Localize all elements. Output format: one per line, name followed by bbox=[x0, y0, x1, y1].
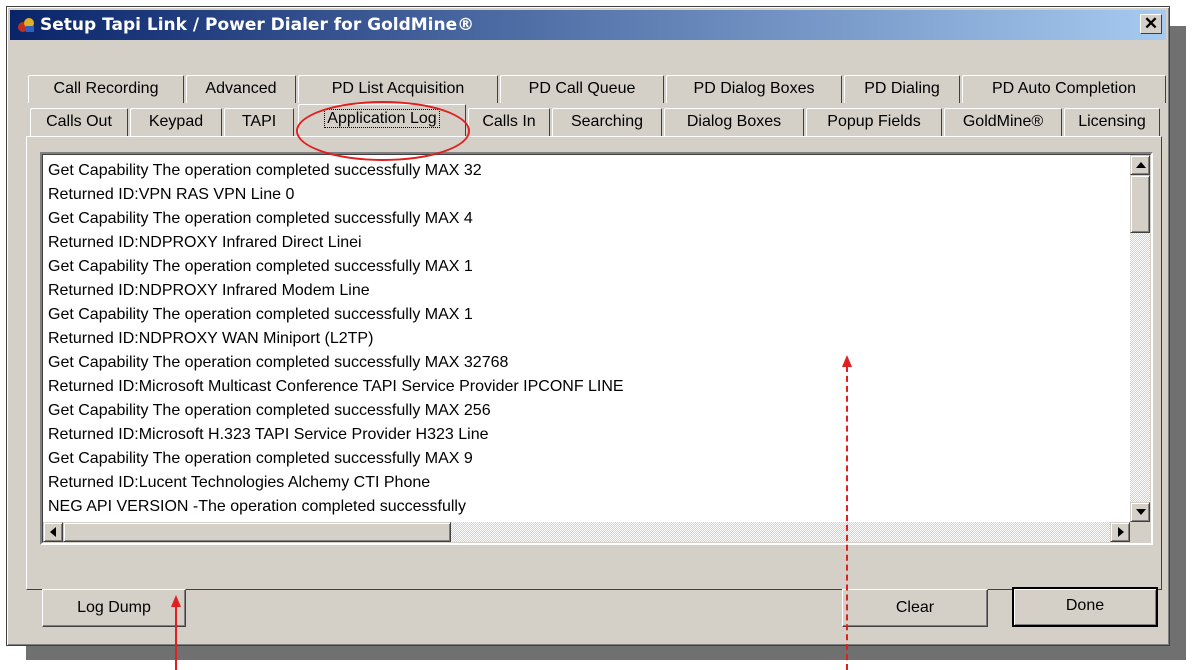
log-line[interactable]: Returned ID:Microsoft Multicast Conferen… bbox=[48, 375, 624, 399]
done-button[interactable]: Done bbox=[1012, 587, 1158, 627]
window-title: Setup Tapi Link / Power Dialer for GoldM… bbox=[40, 15, 475, 35]
log-line[interactable]: Get Capability The operation completed s… bbox=[48, 159, 482, 183]
vertical-scrollbar[interactable] bbox=[1130, 155, 1150, 522]
arrow-right-icon bbox=[1118, 527, 1124, 537]
close-icon: ✕ bbox=[1143, 14, 1159, 33]
scroll-down-button[interactable] bbox=[1130, 502, 1150, 522]
tab-searching[interactable]: Searching bbox=[552, 108, 662, 136]
log-line[interactable]: Returned ID:NDPROXY Infrared Modem Line bbox=[48, 279, 370, 303]
tab-pd-auto-completion[interactable]: PD Auto Completion bbox=[962, 75, 1166, 103]
tab-pd-dialog-boxes[interactable]: PD Dialog Boxes bbox=[666, 75, 842, 103]
scroll-right-button[interactable] bbox=[1110, 522, 1130, 542]
tab-advanced[interactable]: Advanced bbox=[186, 75, 296, 103]
tab-goldmine[interactable]: GoldMine® bbox=[944, 108, 1062, 136]
arrow-up-icon bbox=[1136, 162, 1146, 168]
log-dump-button[interactable]: Log Dump bbox=[42, 589, 186, 627]
vertical-scroll-thumb[interactable] bbox=[1130, 175, 1150, 233]
application-log-list[interactable]: Get Capability The operation completed s… bbox=[40, 152, 1153, 545]
tab-keypad[interactable]: Keypad bbox=[130, 108, 222, 136]
app-icon bbox=[18, 18, 34, 32]
horizontal-scroll-thumb[interactable] bbox=[63, 522, 451, 542]
log-line[interactable]: Get Capability The operation completed s… bbox=[48, 303, 473, 327]
tab-popup-fields[interactable]: Popup Fields bbox=[806, 108, 942, 136]
tab-dialog-boxes[interactable]: Dialog Boxes bbox=[664, 108, 804, 136]
tab-pd-call-queue[interactable]: PD Call Queue bbox=[500, 75, 664, 103]
tab-tapi[interactable]: TAPI bbox=[224, 108, 294, 136]
log-line[interactable]: Get Capability The operation completed s… bbox=[48, 255, 473, 279]
log-list-border: Get Capability The operation completed s… bbox=[42, 154, 1151, 543]
log-line[interactable]: Returned ID:NDPROXY WAN Miniport (L2TP) bbox=[48, 327, 373, 351]
scroll-up-button[interactable] bbox=[1130, 155, 1150, 175]
log-line[interactable]: Returned ID:Lucent Technologies Alchemy … bbox=[48, 471, 430, 495]
tab-pd-list-acquisition[interactable]: PD List Acquisition bbox=[298, 75, 498, 103]
tab-pd-dialing[interactable]: PD Dialing bbox=[844, 75, 960, 103]
tab-calls-out[interactable]: Calls Out bbox=[30, 108, 128, 136]
log-line[interactable]: Get Capability The operation completed s… bbox=[48, 399, 491, 423]
log-line[interactable]: NEG API VERSION -The operation completed… bbox=[48, 495, 466, 519]
annotation-arrow-line bbox=[175, 605, 177, 670]
tab-calls-in[interactable]: Calls In bbox=[468, 108, 550, 136]
log-line[interactable]: Get Capability The operation completed s… bbox=[48, 207, 473, 231]
log-line[interactable]: Returned ID:NDPROXY Infrared Direct Line… bbox=[48, 231, 362, 255]
log-line[interactable]: Returned ID:VPN RAS VPN Line 0 bbox=[48, 183, 294, 207]
title-bar[interactable]: Setup Tapi Link / Power Dialer for GoldM… bbox=[10, 10, 1166, 40]
annotation-dashed-line bbox=[846, 366, 848, 670]
scroll-left-button[interactable] bbox=[43, 522, 63, 542]
done-button-label: Done bbox=[1065, 597, 1105, 614]
log-line[interactable]: Get Capability The operation completed s… bbox=[48, 351, 508, 375]
tab-licensing[interactable]: Licensing bbox=[1064, 108, 1160, 136]
clear-button-label: Clear bbox=[895, 599, 935, 616]
arrow-left-icon bbox=[50, 527, 56, 537]
log-line[interactable]: Returned ID:Microsoft H.323 TAPI Service… bbox=[48, 423, 489, 447]
arrow-down-icon bbox=[1136, 509, 1146, 515]
tab-call-recording[interactable]: Call Recording bbox=[28, 75, 184, 103]
clear-button[interactable]: Clear bbox=[842, 589, 988, 627]
scrollbar-corner bbox=[1130, 522, 1150, 542]
close-button[interactable]: ✕ bbox=[1140, 14, 1162, 34]
horizontal-scrollbar[interactable] bbox=[43, 522, 1130, 542]
annotation-ellipse bbox=[296, 101, 470, 161]
log-line[interactable]: Get Capability The operation completed s… bbox=[48, 447, 473, 471]
